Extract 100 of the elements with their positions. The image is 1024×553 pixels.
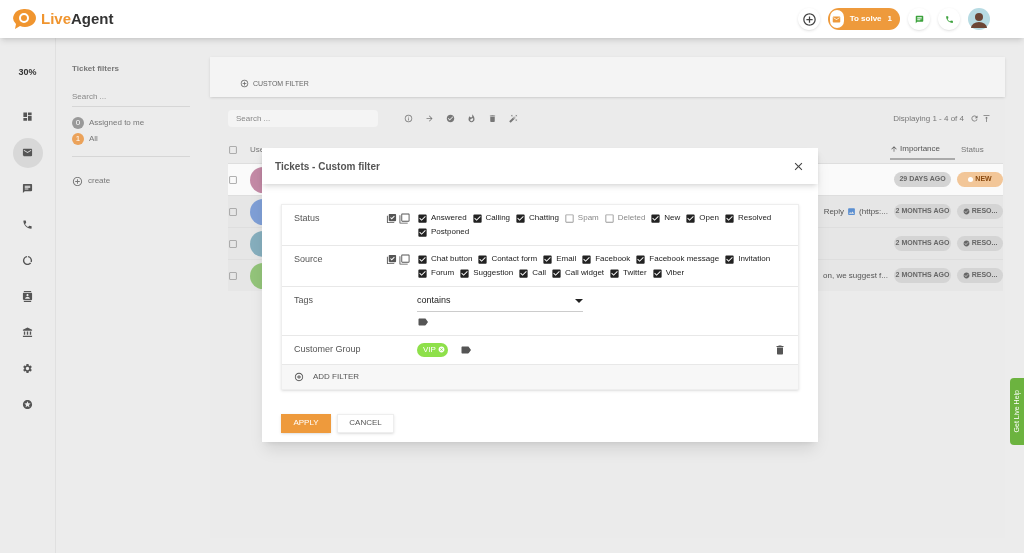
- checkbox[interactable]: [685, 212, 697, 224]
- checkbox[interactable]: [550, 267, 562, 279]
- filter-label: Status: [294, 212, 321, 225]
- mail-nav-item[interactable]: [12, 137, 43, 168]
- delete-icon[interactable]: [774, 343, 786, 356]
- checkbox-label: Chatting: [529, 212, 559, 224]
- checkbox[interactable]: [651, 267, 663, 279]
- checkbox[interactable]: [650, 212, 662, 224]
- dialog-title: Tickets - Custom filter: [275, 159, 380, 174]
- mail-icon: [832, 14, 842, 24]
- create-filter-link[interactable]: create: [72, 175, 111, 187]
- add-filter-button[interactable]: ADD FILTER: [282, 364, 798, 389]
- ring-icon: [22, 255, 33, 266]
- column-header[interactable]: Status: [961, 140, 1007, 160]
- checkbox-label: Deleted: [617, 212, 646, 224]
- info-icon[interactable]: [404, 114, 413, 123]
- checkbox[interactable]: [563, 212, 575, 224]
- checkbox-label: Calling: [485, 212, 511, 224]
- wand-icon[interactable]: [509, 114, 518, 123]
- image-icon: [847, 207, 857, 216]
- checkbox[interactable]: [603, 212, 615, 224]
- select-all-icon[interactable]: [386, 213, 397, 224]
- row-checkbox[interactable]: [228, 206, 238, 217]
- phone-icon: [944, 14, 954, 24]
- checkbox-label: Email: [556, 253, 577, 265]
- flame-icon[interactable]: [467, 114, 476, 123]
- select-none-icon[interactable]: [399, 254, 410, 265]
- checkbox[interactable]: [635, 253, 647, 265]
- checkbox[interactable]: [542, 253, 554, 265]
- star-badge-icon: [22, 399, 33, 410]
- select-all-checkbox[interactable]: [228, 145, 238, 155]
- filter-item[interactable]: 0 Assigned to me: [72, 117, 190, 129]
- dropdown-icon: [575, 298, 583, 303]
- checkbox-label: Suggestion: [473, 267, 514, 279]
- checkbox[interactable]: [609, 267, 621, 279]
- select-all-icon[interactable]: [386, 254, 397, 265]
- checkbox[interactable]: [723, 212, 735, 224]
- ticket-excerpt: (https:...: [859, 205, 888, 218]
- checkbox-label: Facebook message: [649, 253, 720, 265]
- checkbox[interactable]: [515, 212, 527, 224]
- ticket-search-field[interactable]: Search ...: [228, 110, 378, 127]
- tags-select[interactable]: contains: [417, 294, 583, 312]
- checkbox-label: Open: [699, 212, 719, 224]
- displaying-count: Displaying 1 - 4 of 4: [893, 112, 964, 125]
- checkbox[interactable]: [417, 267, 428, 279]
- count-badge: 0: [72, 117, 84, 129]
- chat-icon: [914, 14, 924, 24]
- avatar[interactable]: [968, 8, 990, 30]
- bank-icon: [22, 327, 33, 338]
- filter-item[interactable]: 1 All: [72, 133, 190, 145]
- checkbox[interactable]: [417, 253, 428, 265]
- settings-icon: [22, 363, 33, 374]
- checkbox[interactable]: [518, 267, 530, 279]
- add-icon: [294, 371, 304, 382]
- add-icon: [240, 79, 249, 89]
- apply-button[interactable]: APPLY: [281, 413, 331, 433]
- checkbox-label: Twitter: [623, 267, 647, 279]
- delete-icon[interactable]: [488, 114, 497, 123]
- checkbox-label: Chat button: [431, 253, 473, 265]
- checkbox-label: Forum: [431, 267, 455, 279]
- dashboard-icon: [22, 111, 33, 122]
- filter-search-field[interactable]: Search ...: [72, 91, 190, 107]
- contacts-icon: [22, 291, 33, 302]
- checkbox[interactable]: [417, 226, 428, 238]
- cancel-button[interactable]: CANCEL: [337, 413, 394, 433]
- add-button[interactable]: [798, 8, 820, 30]
- row-checkbox[interactable]: [228, 270, 238, 281]
- select-none-icon[interactable]: [399, 213, 410, 224]
- checkbox[interactable]: [417, 212, 428, 224]
- chat-button[interactable]: [908, 8, 930, 30]
- ticket-excerpt: Reply: [823, 205, 845, 218]
- panel-title: Ticket filters: [72, 63, 120, 75]
- checkbox-label: Invitation: [738, 253, 771, 265]
- checkbox[interactable]: [581, 253, 593, 265]
- checkbox-label: Spam: [577, 212, 599, 224]
- checkbox[interactable]: [459, 267, 471, 279]
- row-checkbox[interactable]: [228, 174, 238, 185]
- forward-icon[interactable]: [425, 114, 434, 123]
- filter-label: Customer Group: [294, 342, 362, 356]
- add-icon: [801, 11, 817, 27]
- checkbox-label: Answered: [431, 212, 467, 224]
- checkbox[interactable]: [477, 253, 489, 265]
- add-icon: [72, 175, 83, 187]
- check-icon[interactable]: [446, 114, 455, 123]
- checkbox-label: New: [664, 212, 681, 224]
- column-header[interactable]: Importance: [890, 140, 955, 160]
- mail-icon: [22, 147, 33, 158]
- progress-percent: 30%: [18, 66, 37, 79]
- row-checkbox[interactable]: [228, 238, 238, 249]
- checkbox-label: Contact form: [491, 253, 538, 265]
- logo-icon: [12, 8, 38, 30]
- collapse-icon[interactable]: [982, 114, 991, 123]
- checkbox[interactable]: [471, 212, 483, 224]
- to-solve-button[interactable]: To solve 1: [828, 8, 900, 30]
- filter-label: Source: [294, 253, 324, 266]
- checkbox[interactable]: [724, 253, 736, 265]
- count-badge: 1: [72, 133, 84, 145]
- checkbox-label: Call widget: [564, 267, 605, 279]
- filter-label: Tags: [294, 294, 314, 307]
- phone-icon: [22, 219, 33, 230]
